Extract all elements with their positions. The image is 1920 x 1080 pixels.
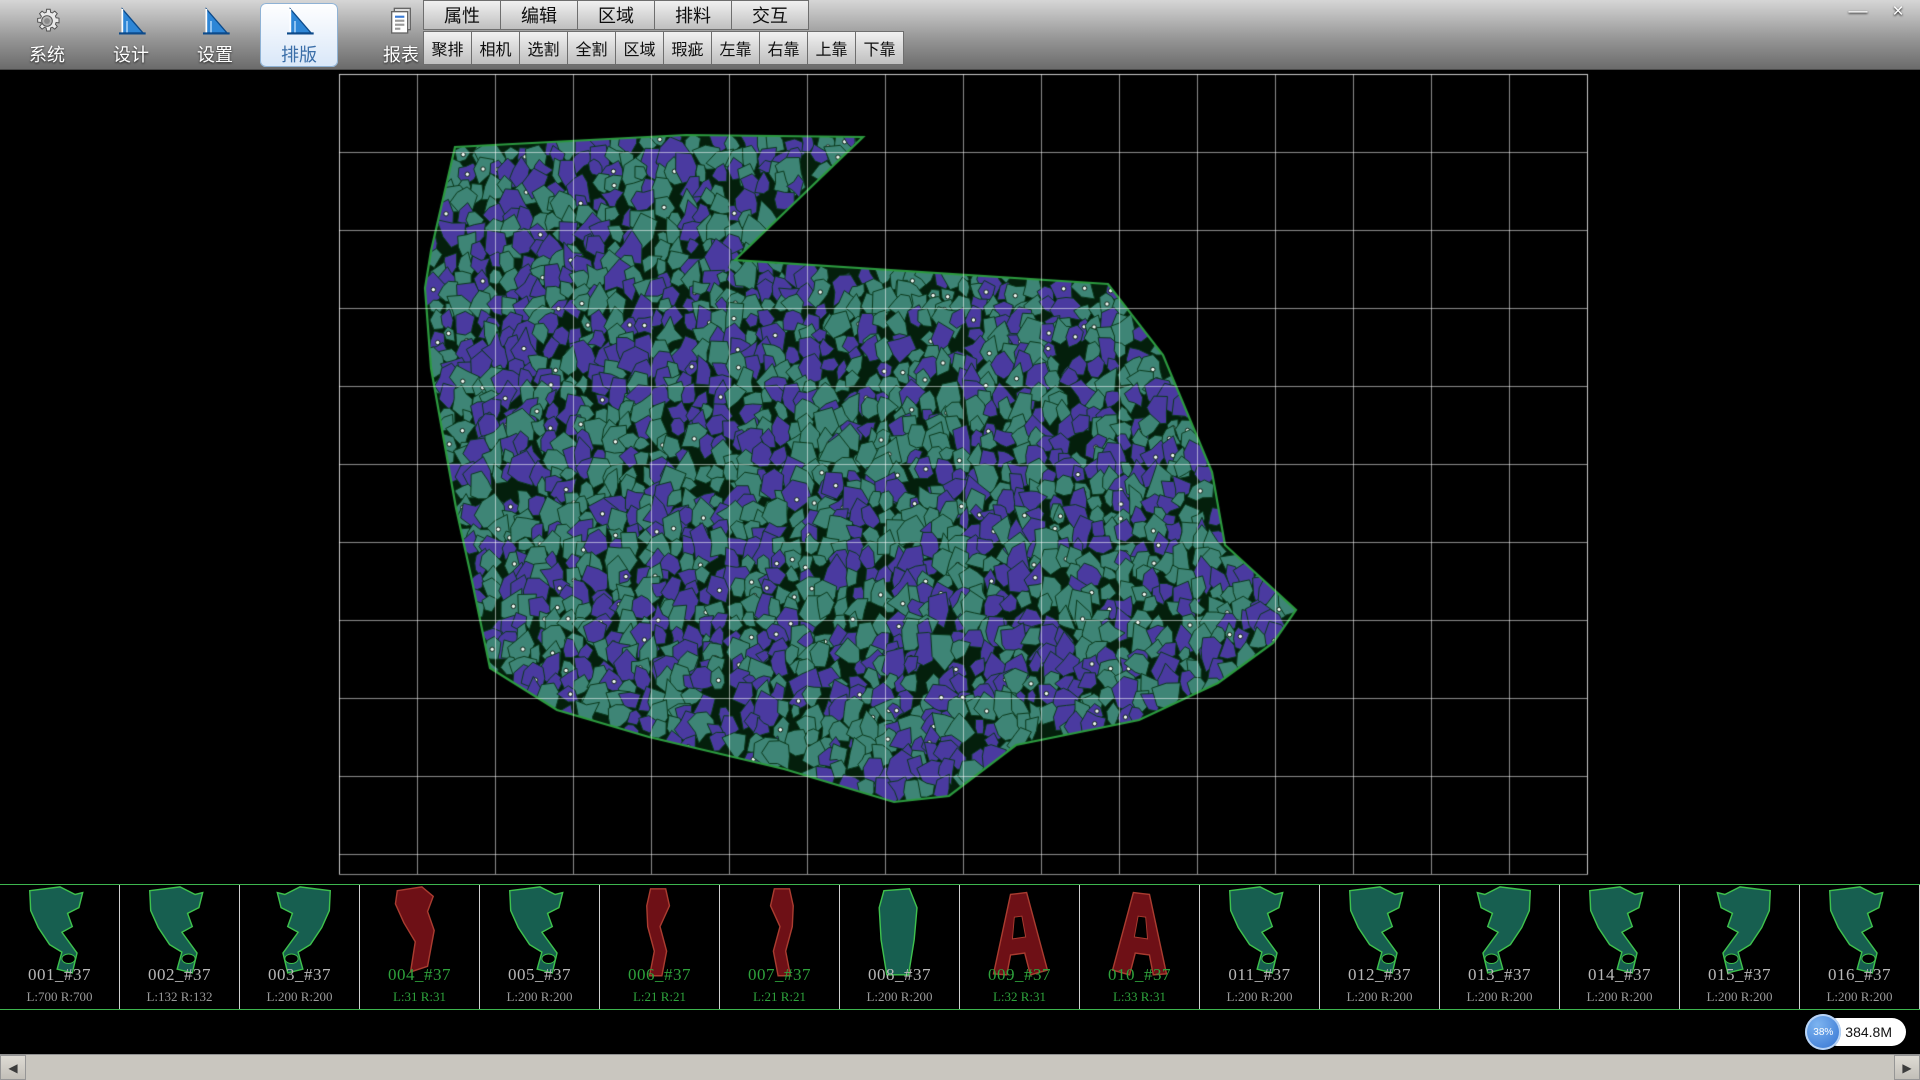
scroll-left-button[interactable]: ◀ xyxy=(0,1055,26,1080)
piece-thumbnail[interactable]: 001_#37 L:700 R:700 xyxy=(0,885,120,1009)
sail-icon xyxy=(115,3,147,39)
sail-icon xyxy=(283,3,315,39)
toolbar-row: 聚排相机选割全割区域瑕疵左靠右靠上靠下靠 xyxy=(423,30,904,65)
toolbar-button[interactable]: 相机 xyxy=(471,31,520,65)
piece-lr-count: L:200 R:200 xyxy=(1440,989,1559,1005)
piece-name: 012_#37 xyxy=(1320,965,1439,985)
nav-tab-system[interactable]: 系统 xyxy=(8,0,86,70)
piece-filmstrip: 001_#37 L:700 R:700 002_#37 L:132 R:132 … xyxy=(0,884,1920,1010)
piece-name: 009_#37 xyxy=(960,965,1079,985)
piece-lr-count: L:200 R:200 xyxy=(1200,989,1319,1005)
status-row: 38% 384.8M xyxy=(0,1010,1920,1054)
piece-thumbnail[interactable]: 002_#37 L:132 R:132 xyxy=(120,885,240,1009)
toolbar-button[interactable]: 选割 xyxy=(519,31,568,65)
piece-name: 014_#37 xyxy=(1560,965,1679,985)
piece-name: 016_#37 xyxy=(1800,965,1919,985)
piece-lr-count: L:200 R:200 xyxy=(480,989,599,1005)
piece-thumbnail[interactable]: 011_#37 L:200 R:200 xyxy=(1200,885,1320,1009)
nesting-workspace xyxy=(0,70,1920,884)
piece-name: 010_#37 xyxy=(1080,965,1199,985)
piece-lr-count: L:200 R:200 xyxy=(1800,989,1919,1005)
nav-tab-layout[interactable]: 排版 xyxy=(260,3,338,67)
piece-thumbnail[interactable]: 013_#37 L:200 R:200 xyxy=(1440,885,1560,1009)
menubar-row: 属性编辑区域排料交互 xyxy=(423,0,904,30)
piece-lr-count: L:21 R:21 xyxy=(600,989,719,1005)
nav-tab-design[interactable]: 设计 xyxy=(92,0,170,70)
menubar-item[interactable]: 属性 xyxy=(423,0,501,30)
menu-area: 属性编辑区域排料交互 聚排相机选割全割区域瑕疵左靠右靠上靠下靠 xyxy=(423,0,904,65)
piece-lr-count: L:200 R:200 xyxy=(240,989,359,1005)
nesting-canvas[interactable] xyxy=(0,70,1920,884)
piece-thumbnail[interactable]: 003_#37 L:200 R:200 xyxy=(240,885,360,1009)
piece-name: 007_#37 xyxy=(720,965,839,985)
toolbar-button[interactable]: 左靠 xyxy=(711,31,760,65)
close-button[interactable]: × xyxy=(1886,2,1910,22)
horizontal-scrollbar: ◀ ▶ xyxy=(0,1054,1920,1080)
piece-name: 002_#37 xyxy=(120,965,239,985)
scroll-track[interactable] xyxy=(26,1055,1894,1080)
window-controls: — × xyxy=(1846,2,1910,22)
piece-name: 008_#37 xyxy=(840,965,959,985)
piece-name: 003_#37 xyxy=(240,965,359,985)
gear-icon xyxy=(31,3,63,39)
piece-lr-count: L:32 R:31 xyxy=(960,989,1079,1005)
toolbar-button[interactable]: 区域 xyxy=(615,31,664,65)
piece-lr-count: L:31 R:31 xyxy=(360,989,479,1005)
piece-thumbnail[interactable]: 007_#37 L:21 R:21 xyxy=(720,885,840,1009)
titlebar: 系统 设计 设置 排版 报表 属性编辑区域排料交互 聚排相机选割全割区域瑕疵左靠… xyxy=(0,0,1920,70)
toolbar-button[interactable]: 上靠 xyxy=(807,31,856,65)
piece-thumbnail[interactable]: 009_#37 L:32 R:31 xyxy=(960,885,1080,1009)
piece-lr-count: L:21 R:21 xyxy=(720,989,839,1005)
nav-tab-settings[interactable]: 设置 xyxy=(176,0,254,70)
menubar-item[interactable]: 交互 xyxy=(731,0,809,30)
piece-thumbnail[interactable]: 004_#37 L:31 R:31 xyxy=(360,885,480,1009)
piece-lr-count: L:700 R:700 xyxy=(0,989,119,1005)
menubar-item[interactable]: 排料 xyxy=(654,0,732,30)
nav-tabs: 系统 设计 设置 排版 报表 xyxy=(8,0,440,70)
report-icon xyxy=(385,3,417,39)
scroll-right-button[interactable]: ▶ xyxy=(1894,1055,1920,1080)
piece-lr-count: L:33 R:31 xyxy=(1080,989,1199,1005)
piece-lr-count: L:200 R:200 xyxy=(1320,989,1439,1005)
piece-thumbnail[interactable]: 012_#37 L:200 R:200 xyxy=(1320,885,1440,1009)
piece-name: 004_#37 xyxy=(360,965,479,985)
toolbar-button[interactable]: 瑕疵 xyxy=(663,31,712,65)
toolbar-button[interactable]: 聚排 xyxy=(423,31,472,65)
piece-lr-count: L:200 R:200 xyxy=(840,989,959,1005)
toolbar-button[interactable]: 全割 xyxy=(567,31,616,65)
memory-badge: 38% 384.8M xyxy=(1805,1014,1906,1050)
piece-name: 005_#37 xyxy=(480,965,599,985)
piece-name: 001_#37 xyxy=(0,965,119,985)
piece-thumbnail[interactable]: 005_#37 L:200 R:200 xyxy=(480,885,600,1009)
toolbar-button[interactable]: 右靠 xyxy=(759,31,808,65)
piece-lr-count: L:200 R:200 xyxy=(1560,989,1679,1005)
menubar-item[interactable]: 区域 xyxy=(577,0,655,30)
piece-thumbnail[interactable]: 016_#37 L:200 R:200 xyxy=(1800,885,1920,1009)
menubar-item[interactable]: 编辑 xyxy=(500,0,578,30)
piece-name: 006_#37 xyxy=(600,965,719,985)
piece-thumbnail[interactable]: 014_#37 L:200 R:200 xyxy=(1560,885,1680,1009)
piece-thumbnail[interactable]: 006_#37 L:21 R:21 xyxy=(600,885,720,1009)
piece-thumbnail[interactable]: 008_#37 L:200 R:200 xyxy=(840,885,960,1009)
piece-lr-count: L:200 R:200 xyxy=(1680,989,1799,1005)
piece-thumbnail[interactable]: 015_#37 L:200 R:200 xyxy=(1680,885,1800,1009)
sail-icon xyxy=(199,3,231,39)
piece-lr-count: L:132 R:132 xyxy=(120,989,239,1005)
minimize-button[interactable]: — xyxy=(1846,2,1870,22)
toolbar-button[interactable]: 下靠 xyxy=(855,31,904,65)
piece-name: 015_#37 xyxy=(1680,965,1799,985)
piece-name: 011_#37 xyxy=(1200,965,1319,985)
piece-name: 013_#37 xyxy=(1440,965,1559,985)
piece-thumbnail[interactable]: 010_#37 L:33 R:31 xyxy=(1080,885,1200,1009)
